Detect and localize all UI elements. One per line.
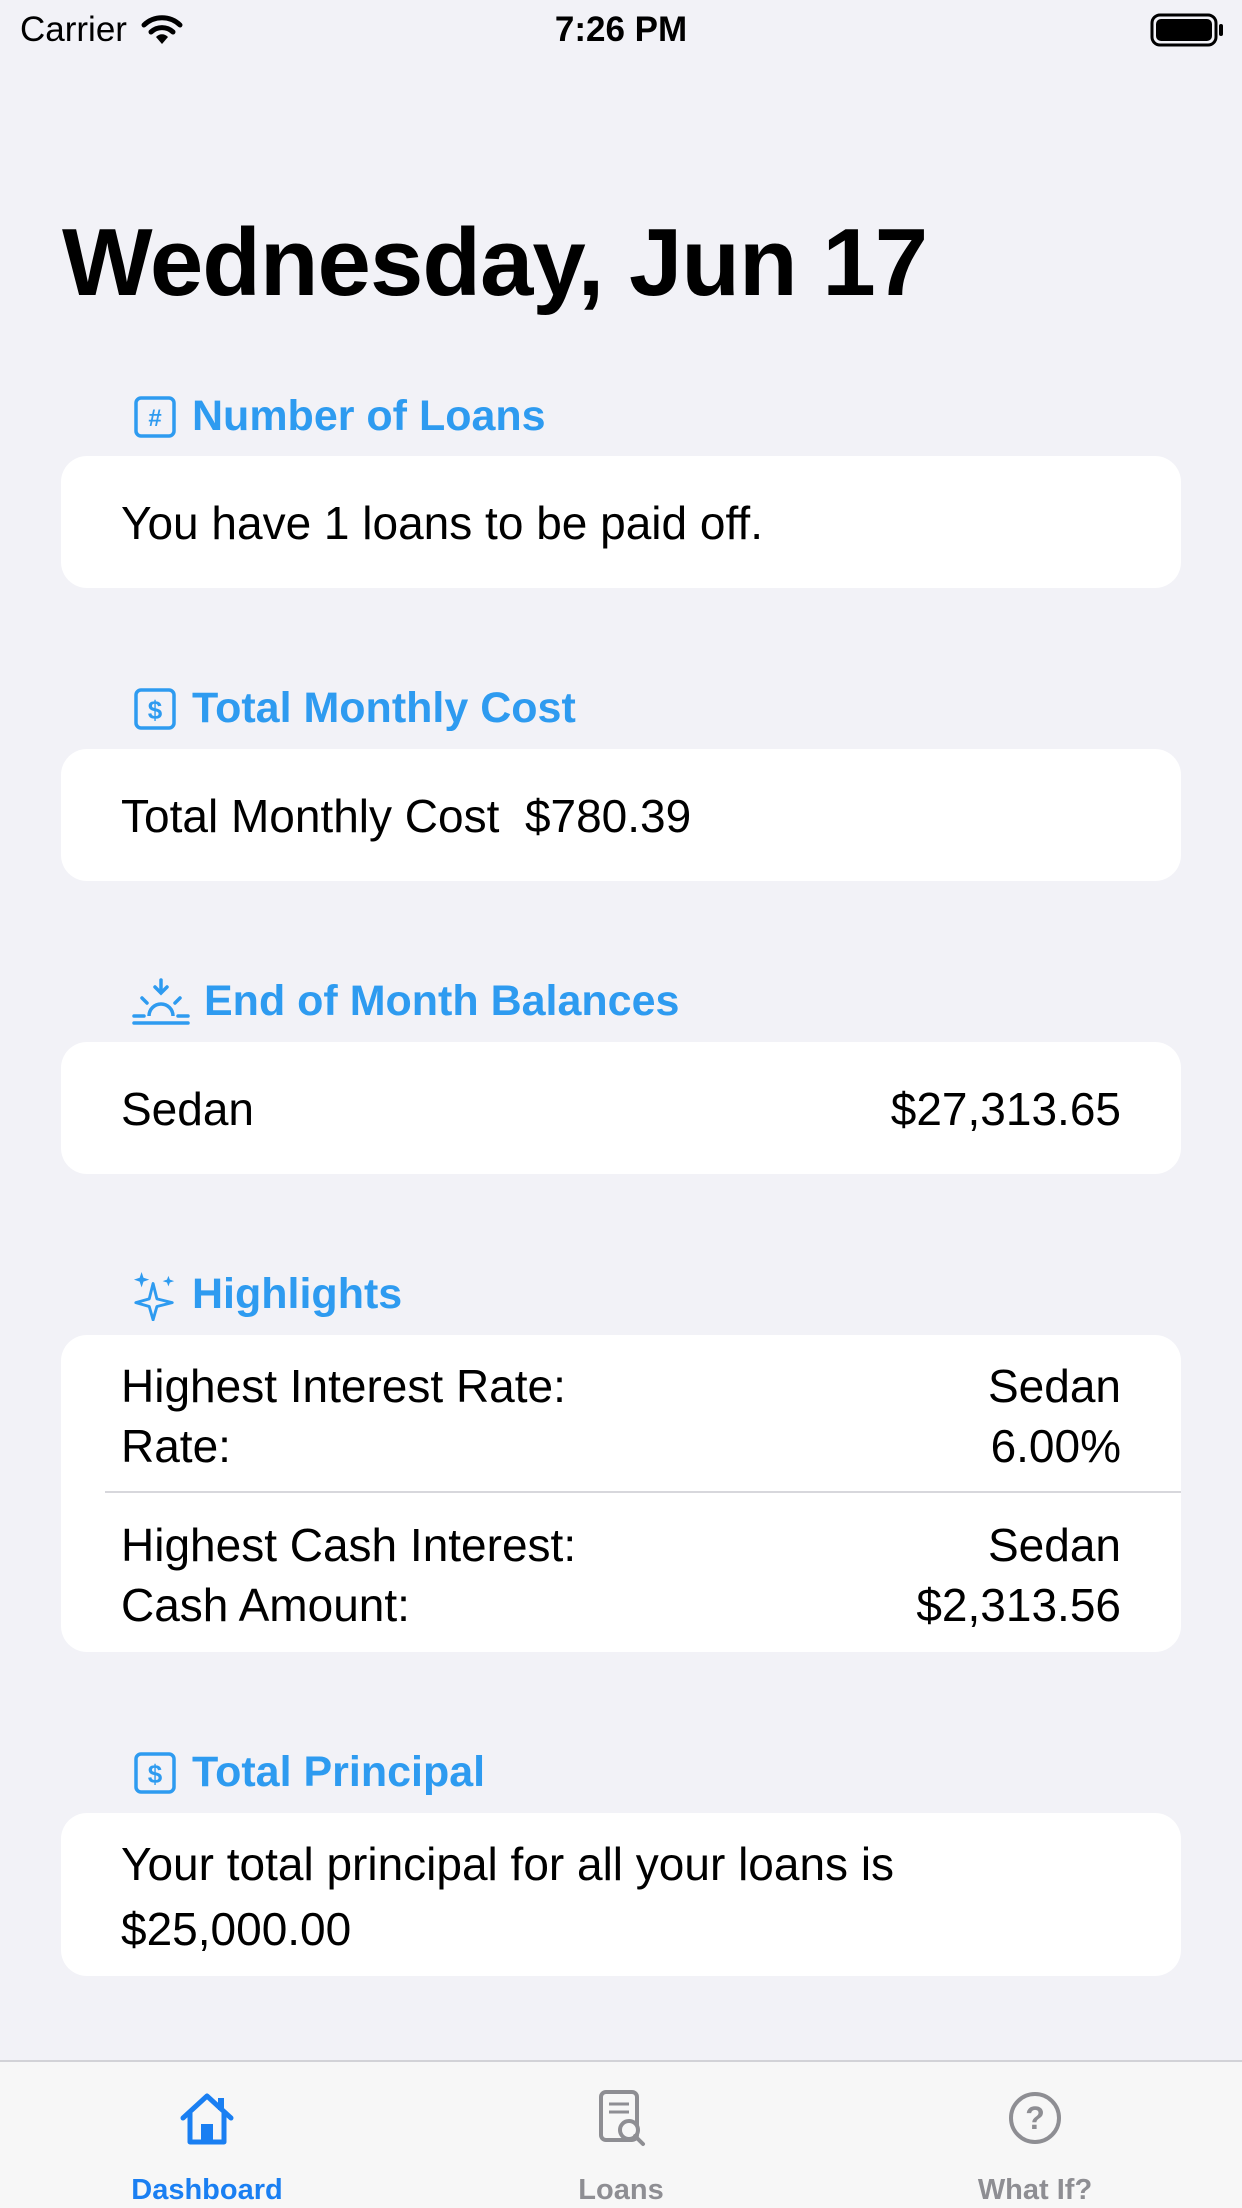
section-title-monthly-cost: Total Monthly Cost [192,684,576,732]
section-header-monthly-cost: $ Total Monthly Cost [132,684,576,733]
svg-text:#: # [148,405,161,432]
section-header-loans: # Number of Loans [132,392,546,441]
house-icon [180,2093,234,2145]
highest-rate-label: Highest Interest Rate: [121,1360,566,1412]
cash-amount-label: Cash Amount: [121,1579,410,1631]
screen: Carrier 7:26 PM Wednesday, Jun 17 # Numb… [0,0,1242,2208]
dollar-sign-icon: $ [132,686,178,732]
balances-card: Sedan $27,313.65 [61,1042,1181,1174]
balance-row: Sedan $27,313.65 [121,1082,1121,1136]
tab-loans-label: Loans [578,2174,664,2206]
highlight-rate-row: Highest Interest Rate: Sedan [121,1359,1121,1413]
highest-cash-loan: Sedan [987,1519,1121,1571]
section-header-balances: End of Month Balances [132,977,679,1026]
tab-what-if[interactable]: ? What If? [828,2062,1242,2208]
cash-amount-value: $2,313.56 [916,1579,1121,1631]
highest-cash-label: Highest Cash Interest: [121,1519,577,1571]
page-title: Wednesday, Jun 17 [62,209,928,316]
balance-loan-name: Sedan [121,1083,255,1135]
section-header-principal: $ Total Principal [132,1748,485,1797]
section-title-loans: Number of Loans [192,392,546,440]
tab-loans[interactable]: Loans [414,2062,828,2208]
principal-card: Your total principal for all your loans … [61,1813,1181,1976]
status-time: 7:26 PM [554,10,688,49]
highlights-card: Highest Interest Rate: Sedan Rate: 6.00%… [61,1335,1181,1652]
highlight-cash-value-row: Cash Amount: $2,313.56 [121,1578,1121,1632]
status-bar: Carrier 7:26 PM [0,0,1242,64]
rate-value: 6.00% [990,1420,1121,1472]
loans-card: You have 1 loans to be paid off. [61,456,1181,588]
sunrise-icon [132,977,190,1025]
rate-label: Rate: [121,1420,231,1472]
battery-icon [1150,13,1223,47]
balance-amount: $27,313.65 [890,1083,1121,1135]
highlight-rate-value-row: Rate: 6.00% [121,1419,1121,1473]
monthly-cost-text: Total Monthly Cost $780.39 [121,790,692,842]
question-circle-icon: ? [1009,2092,1061,2144]
section-title-principal: Total Principal [192,1748,486,1796]
number-sign-icon: # [132,394,178,440]
svg-text:?: ? [1025,2100,1045,2136]
tab-bar: Dashboard Loans ? What If? [0,2060,1242,2208]
section-header-highlights: Highlights [132,1270,403,1321]
dollar-sign-icon: $ [132,1750,178,1796]
principal-text-line1: Your total principal for all your loans … [121,1838,895,1890]
doc-search-icon [599,2090,645,2146]
svg-text:$: $ [148,695,163,725]
section-title-balances: End of Month Balances [204,977,680,1025]
principal-amount: $25,000.00 [121,1903,352,1955]
tab-dashboard-label: Dashboard [131,2174,283,2206]
monthly-cost-card: Total Monthly Cost $780.39 [61,749,1181,881]
highlight-cash-row: Highest Cash Interest: Sedan [121,1518,1121,1572]
tab-dashboard[interactable]: Dashboard [0,2062,414,2208]
svg-text:$: $ [148,1759,163,1789]
highest-rate-loan: Sedan [987,1360,1121,1412]
loans-count-text: You have 1 loans to be paid off. [121,497,763,549]
section-title-highlights: Highlights [192,1270,403,1318]
tab-what-if-label: What If? [977,2174,1093,2206]
sparkles-icon [132,1271,178,1321]
highlights-divider [105,1491,1181,1493]
